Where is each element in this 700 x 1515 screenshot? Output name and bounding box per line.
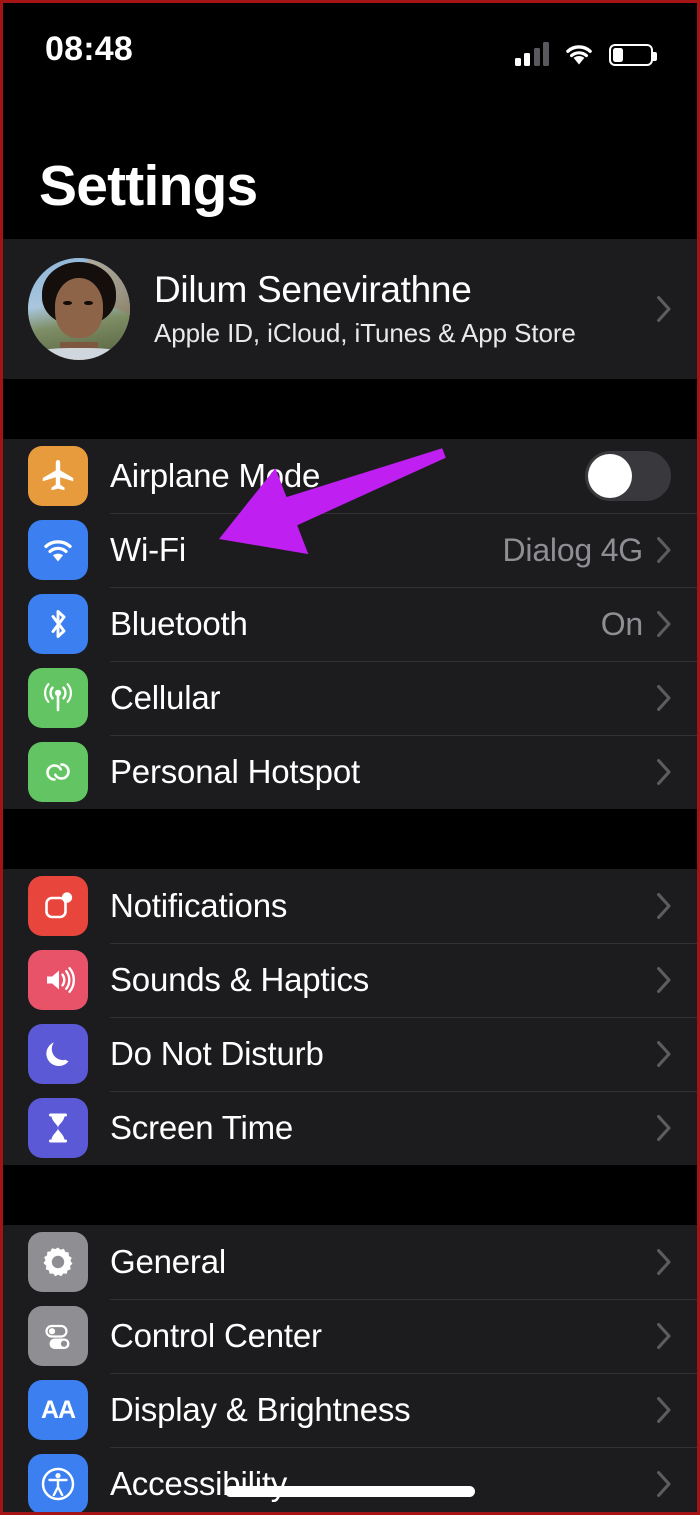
settings-row-sounds-haptics[interactable]: Sounds & Haptics [3,943,697,1017]
row-label: Screen Time [110,1109,294,1146]
airplane-mode-toggle[interactable] [585,451,671,501]
row-label: Wi-Fi [110,531,186,568]
row-label: Display & Brightness [110,1391,411,1428]
airplane-icon [28,446,88,506]
row-label: Do Not Disturb [110,1035,324,1072]
apple-id-group: Dilum Senevirathne Apple ID, iCloud, iTu… [3,239,697,379]
chevron-right-icon [657,296,671,322]
wifi-icon [28,520,88,580]
speaker-waves-icon [28,950,88,1010]
settings-row-screen-time[interactable]: Screen Time [3,1091,697,1165]
chevron-right-icon [657,1397,671,1423]
profile-avatar [28,258,130,360]
profile-subtitle: Apple ID, iCloud, iTunes & App Store [154,318,576,348]
battery-low-icon [609,44,657,66]
row-label: Airplane Mode [110,457,321,494]
control-toggles-icon [28,1306,88,1366]
text-size-aa-icon: AA [28,1380,88,1440]
row-label: Cellular [110,679,221,716]
row-label: General [110,1243,227,1280]
connectivity-group: Airplane Mode Wi-Fi Dialog 4G Bluetooth On Ce… [3,439,697,809]
row-label: Sounds & Haptics [110,961,370,998]
row-label: Notifications [110,887,288,924]
settings-row-notifications[interactable]: Notifications [3,869,697,943]
chevron-right-icon [657,611,671,637]
settings-row-accessibility[interactable]: Accessibility [3,1447,697,1512]
row-label: Bluetooth [110,605,248,642]
cellular-bars-icon [514,42,549,66]
iphone-settings-screen: 08:48 Settings Dilum Senevirathne Apple … [0,0,700,1515]
row-label: Control Center [110,1317,322,1354]
settings-row-airplane-mode[interactable]: Airplane Mode [3,439,697,513]
hourglass-icon [28,1098,88,1158]
system-group: General Control Center AA Display & Brightn… [3,1225,697,1512]
home-indicator[interactable] [225,1486,475,1497]
settings-row-control-center[interactable]: Control Center [3,1299,697,1373]
hotspot-link-icon [28,742,88,802]
notifications-badge-icon [28,876,88,936]
toggle-knob [588,454,632,498]
apple-id-row[interactable]: Dilum Senevirathne Apple ID, iCloud, iTu… [3,239,697,379]
accessibility-person-icon [28,1454,88,1512]
status-time: 08:48 [45,30,133,68]
wifi-icon [566,45,592,65]
settings-row-general[interactable]: General [3,1225,697,1299]
settings-row-wi-fi[interactable]: Wi-Fi Dialog 4G [3,513,697,587]
moon-icon [28,1024,88,1084]
chevron-right-icon [657,967,671,993]
row-value: Dialog 4G [502,531,644,568]
settings-row-cellular[interactable]: Cellular [3,661,697,735]
profile-name: Dilum Senevirathne [154,269,472,310]
row-label: Personal Hotspot [110,753,360,790]
settings-row-personal-hotspot[interactable]: Personal Hotspot [3,735,697,809]
settings-row-do-not-disturb[interactable]: Do Not Disturb [3,1017,697,1091]
chevron-right-icon [657,1041,671,1067]
settings-row-display-brightness[interactable]: AA Display & Brightness [3,1373,697,1447]
status-indicators [514,32,657,66]
status-bar: 08:48 [3,3,697,95]
bluetooth-icon [28,594,88,654]
chevron-right-icon [657,893,671,919]
chevron-right-icon [657,537,671,563]
chevron-right-icon [657,685,671,711]
chevron-right-icon [657,1323,671,1349]
settings-row-bluetooth[interactable]: Bluetooth On [3,587,697,661]
chevron-right-icon [657,1471,671,1497]
chevron-right-icon [657,1115,671,1141]
chevron-right-icon [657,759,671,785]
row-value: On [600,605,643,642]
gear-icon [28,1232,88,1292]
row-label: Accessibility [110,1465,288,1502]
chevron-right-icon [657,1249,671,1275]
alerts-group: Notifications Sounds & Haptics Do Not Dist… [3,869,697,1165]
cellular-antenna-icon [28,668,88,728]
page-title: Settings [39,154,258,218]
